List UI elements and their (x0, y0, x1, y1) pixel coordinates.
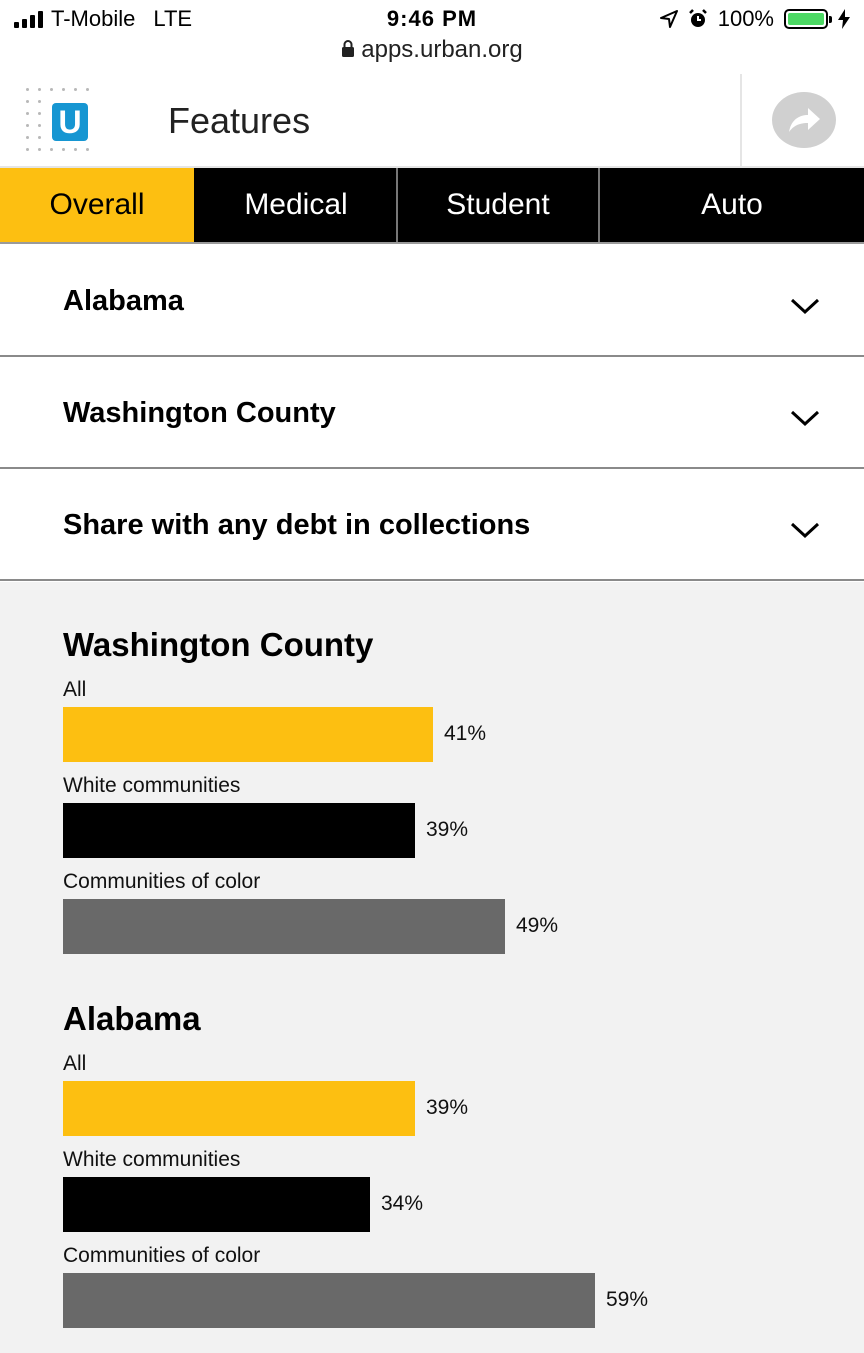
urban-logo[interactable]: U (22, 84, 92, 158)
url-text: apps.urban.org (361, 36, 523, 63)
logo-dot (26, 148, 29, 151)
battery-percent: 100% (717, 6, 774, 31)
page-title: Features (168, 100, 311, 141)
charging-icon (838, 9, 850, 29)
lock-icon (342, 40, 355, 57)
tab-medical[interactable]: Medical (196, 168, 398, 242)
bar-category-label: White communities (63, 1148, 241, 1171)
bar-value-label: 49% (516, 914, 559, 937)
share-arrow-icon (789, 108, 820, 132)
bar-value-label: 59% (606, 1288, 649, 1311)
bar-value-label: 39% (426, 1096, 469, 1119)
state-select-value: Alabama (63, 285, 184, 317)
logo-letter: U (52, 103, 88, 141)
share-area (740, 74, 864, 166)
logo-dot (50, 88, 53, 91)
bar (63, 1081, 415, 1136)
bar (63, 1273, 595, 1328)
alarm-icon (688, 9, 707, 27)
bar-category-label: Communities of color (63, 1244, 261, 1267)
logo-dot (26, 136, 29, 139)
logo-dot (38, 88, 41, 91)
tab-bar: Overall Medical Student Auto (0, 168, 864, 244)
state-select[interactable]: Alabama (0, 245, 864, 357)
logo-dot (86, 148, 89, 151)
bar-value-label: 41% (444, 722, 487, 745)
logo-dot (86, 88, 89, 91)
chevron-down-icon (790, 522, 820, 539)
bar (63, 899, 505, 954)
county-select-value: Washington County (63, 397, 336, 429)
tab-student[interactable]: Student (398, 168, 600, 242)
share-button[interactable] (772, 92, 836, 148)
bar (63, 803, 415, 858)
bar (63, 707, 433, 762)
bar-category-label: All (63, 1052, 87, 1075)
logo-dot (26, 100, 29, 103)
bar-value-label: 34% (381, 1192, 424, 1215)
chevron-down-icon (790, 410, 820, 427)
chart-title: Washington County (63, 626, 374, 663)
bar-category-label: All (63, 678, 87, 701)
metric-select-value: Share with any debt in collections (63, 509, 531, 541)
chart-area: Washington County All 41% White communities… (0, 582, 864, 1353)
logo-dot (26, 88, 29, 91)
logo-dot (38, 148, 41, 151)
logo-dot (38, 124, 41, 127)
battery-icon (784, 9, 832, 29)
metric-select[interactable]: Share with any debt in collections (0, 469, 864, 581)
logo-dot (50, 148, 53, 151)
status-bar: T-Mobile LTE 9:46 PM 100% (0, 0, 864, 36)
chart-title: Alabama (63, 1000, 201, 1037)
bar-category-label: Communities of color (63, 870, 261, 893)
chevron-down-icon (790, 298, 820, 315)
bar-category-label: White communities (63, 774, 241, 797)
url-bar[interactable]: apps.urban.org (0, 36, 864, 64)
logo-dot (38, 112, 41, 115)
bar (63, 1177, 370, 1232)
location-icon (659, 10, 678, 28)
logo-dot (26, 112, 29, 115)
status-right: 100% (659, 6, 850, 32)
logo-dot (38, 136, 41, 139)
logo-dot (26, 124, 29, 127)
logo-dot (74, 88, 77, 91)
tab-overall[interactable]: Overall (0, 168, 196, 242)
logo-dot (62, 88, 65, 91)
app-header: U Features (0, 74, 864, 168)
county-select[interactable]: Washington County (0, 357, 864, 469)
tab-auto[interactable]: Auto (600, 168, 864, 242)
logo-dot (38, 100, 41, 103)
logo-dot (62, 148, 65, 151)
logo-dot (74, 148, 77, 151)
bar-value-label: 39% (426, 818, 469, 841)
